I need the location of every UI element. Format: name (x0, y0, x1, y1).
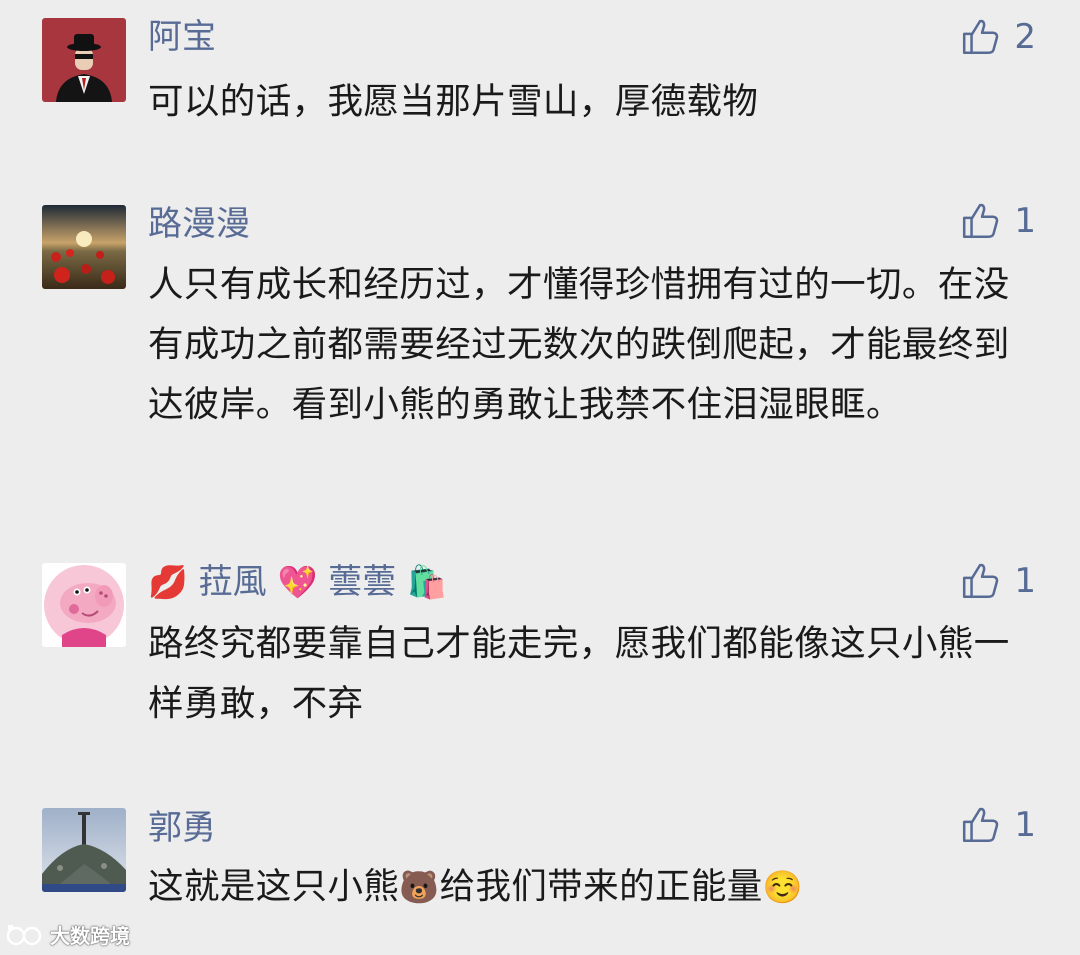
peppa-pig-avatar-icon[interactable] (42, 563, 126, 647)
comment-text: 人只有成长和经历过，才懂得珍惜拥有过的一切。在没有成功之前都需要经过无数次的跌倒… (148, 264, 1010, 425)
commenter-name-part: 蕓蕓 (328, 562, 397, 602)
comment-text: 可以的话，我愿当那片雪山，厚德载物 (148, 81, 759, 122)
like-button[interactable]: 2 (960, 15, 1036, 59)
bear-emoji-icon: 🐻 (399, 868, 440, 906)
commenter-name[interactable]: 路漫漫 (148, 204, 250, 244)
sparkling-heart-emoji-icon: 💖 (277, 563, 318, 601)
watermark-text: 大数跨境 (50, 924, 130, 948)
kiss-mark-emoji-icon: 💋 (148, 563, 188, 601)
tower-hill-avatar-icon[interactable] (42, 808, 126, 892)
commenter-name[interactable]: 💋 菈風 💖 蕓蕓 🛍️ (148, 562, 447, 602)
like-count: 1 (1014, 201, 1036, 241)
smiling-face-emoji-icon: ☺️ (762, 868, 803, 906)
like-button[interactable]: 1 (960, 559, 1036, 603)
thumbs-up-icon (963, 19, 999, 55)
comment-text: 这就是这只小熊🐻给我们带来的正能量☺️ (148, 857, 1038, 917)
like-button[interactable]: 1 (960, 803, 1036, 847)
man-in-hat-avatar-icon[interactable] (42, 18, 126, 102)
thumbs-up-icon (963, 563, 999, 599)
watermark: 大数跨境 (6, 920, 130, 949)
poppy-field-sunset-avatar-icon[interactable] (42, 205, 126, 289)
comment-text: 路终究都要靠自己才能走完，愿我们都能像这只小熊一样勇敢，不弃 (148, 623, 1010, 724)
commenter-name[interactable]: 阿宝 (148, 17, 216, 57)
like-count: 2 (1014, 17, 1036, 57)
like-count: 1 (1014, 561, 1036, 601)
comment-text-part: 这就是这只小熊 (148, 866, 400, 907)
shopping-bags-emoji-icon: 🛍️ (406, 563, 447, 601)
like-button[interactable]: 1 (960, 199, 1036, 243)
commenter-name-part: 菈風 (198, 562, 267, 602)
like-count: 1 (1014, 805, 1036, 845)
commenter-name[interactable]: 郭勇 (148, 808, 216, 848)
thumbs-up-icon (963, 203, 999, 239)
comment-text-part: 给我们带来的正能量 (439, 866, 763, 907)
logo-icon (6, 924, 42, 945)
thumbs-up-icon (963, 807, 999, 843)
